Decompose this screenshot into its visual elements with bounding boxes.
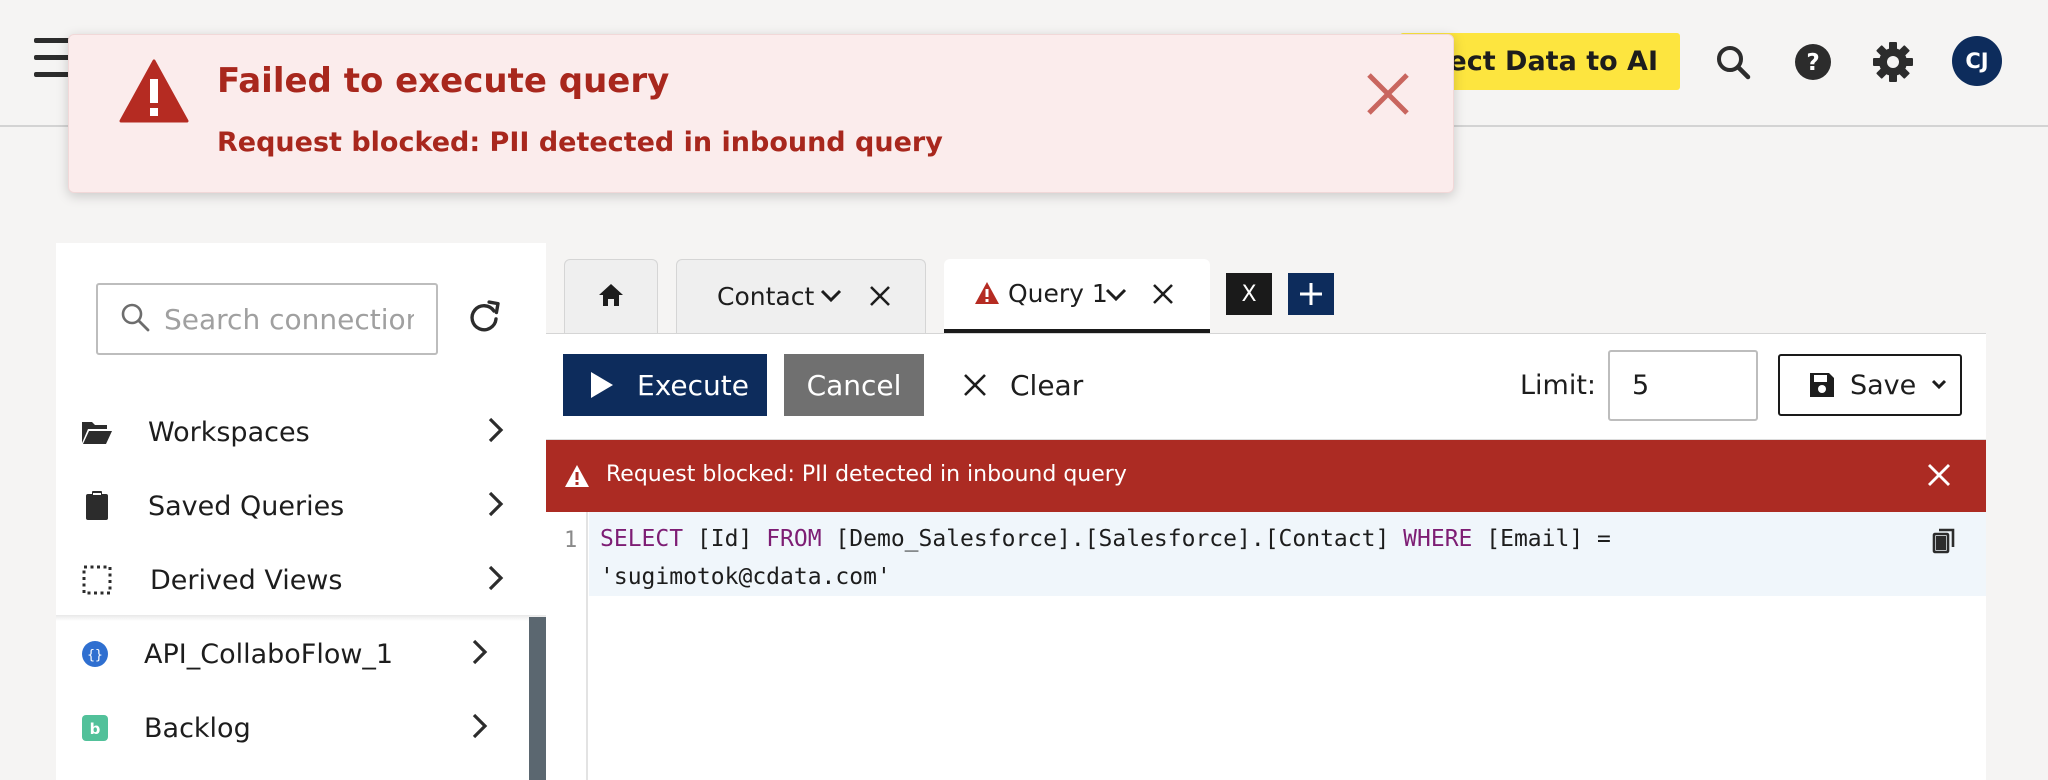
limit-label: Limit: xyxy=(1520,370,1597,401)
copy-icon[interactable] xyxy=(1932,528,1956,558)
home-icon xyxy=(597,282,625,312)
error-banner: Request blocked: PII detected in inbound… xyxy=(546,440,1986,512)
warning-icon xyxy=(974,281,1000,309)
sql-editor[interactable]: 1 SELECT [Id] FROM [Demo_Salesforce].[Sa… xyxy=(546,512,1986,780)
refresh-icon[interactable] xyxy=(466,299,502,339)
add-tab-button[interactable] xyxy=(1288,273,1334,315)
gear-icon[interactable] xyxy=(1871,40,1915,84)
sql-text: [Demo_Salesforce].[Salesforce].[Contact] xyxy=(821,526,1404,552)
chevron-down-icon xyxy=(1932,379,1947,390)
chevron-right-icon xyxy=(470,711,490,745)
line-gutter: 1 xyxy=(546,512,588,780)
error-banner-message: Request blocked: PII detected in inbound… xyxy=(606,462,1127,487)
search-connections-field[interactable] xyxy=(96,283,438,355)
folder-open-icon xyxy=(80,415,114,449)
save-label: Save xyxy=(1850,369,1917,401)
connection-item-api-collaboflow[interactable]: {} API_CollaboFlow_1 xyxy=(56,617,546,691)
warning-icon xyxy=(564,464,590,492)
cancel-button[interactable]: Cancel xyxy=(784,354,924,416)
search-input[interactable] xyxy=(164,302,414,336)
sql-keyword: SELECT xyxy=(600,526,684,552)
code-line-2: 'sugimotok@cdata.com' xyxy=(600,564,891,590)
tab-label: Query 1 xyxy=(1008,279,1108,308)
code-line-1: SELECT [Id] FROM [Demo_Salesforce].[Sale… xyxy=(600,526,1611,552)
sql-text: [Id] xyxy=(683,526,767,552)
connection-label: Backlog xyxy=(144,712,251,744)
sql-keyword: FROM xyxy=(766,526,822,552)
tab-home[interactable] xyxy=(564,259,658,333)
warning-icon xyxy=(119,59,189,127)
sidebar-scrollbar[interactable] xyxy=(529,617,546,780)
query-toolbar: Execute Cancel Clear Limit: Save xyxy=(546,334,1986,440)
query-panel: Contact Query 1 X Execute Cancel Clear L… xyxy=(546,243,1986,780)
chevron-right-icon xyxy=(470,637,490,671)
api-icon: {} xyxy=(78,637,112,671)
close-icon[interactable] xyxy=(1363,69,1413,119)
close-all-tabs-button[interactable]: X xyxy=(1226,273,1272,315)
dashed-square-icon xyxy=(80,563,114,597)
chevron-down-icon[interactable] xyxy=(819,286,843,310)
plus-icon xyxy=(1300,283,1322,305)
svg-text:?: ? xyxy=(1806,50,1819,76)
editor-container: Execute Cancel Clear Limit: Save Request… xyxy=(546,333,1986,780)
chevron-down-icon[interactable] xyxy=(1104,285,1128,309)
search-icon xyxy=(120,302,150,336)
clear-label: Clear xyxy=(1010,368,1084,402)
error-toast: Failed to execute query Request blocked:… xyxy=(68,34,1454,193)
sidebar-item-saved-queries[interactable]: Saved Queries xyxy=(56,469,546,543)
sidebar-item-derived-views[interactable]: Derived Views xyxy=(56,543,546,617)
help-icon[interactable]: ? xyxy=(1791,40,1835,84)
sidebar-item-label: Saved Queries xyxy=(148,490,345,522)
backlog-icon: b xyxy=(78,711,112,745)
line-number: 1 xyxy=(564,528,578,553)
sql-keyword: WHERE xyxy=(1403,526,1473,552)
limit-input[interactable] xyxy=(1608,350,1758,421)
chevron-right-icon xyxy=(486,563,506,597)
svg-text:b: b xyxy=(90,720,101,738)
connection-item-backlog[interactable]: b Backlog xyxy=(56,691,546,765)
save-button[interactable]: Save xyxy=(1778,354,1962,416)
sql-text: [Email] = xyxy=(1472,526,1611,552)
sidebar-item-label: Workspaces xyxy=(148,416,310,448)
floppy-disk-icon xyxy=(1810,373,1834,397)
clear-button[interactable]: Clear xyxy=(962,354,1083,416)
connection-label: API_CollaboFlow_1 xyxy=(144,638,394,670)
sidebar: Workspaces Saved Queries Derived Views {… xyxy=(56,243,546,780)
toast-title: Failed to execute query xyxy=(217,61,670,101)
close-icon xyxy=(964,374,986,396)
tab-query-1[interactable]: Query 1 xyxy=(944,259,1210,333)
search-icon[interactable] xyxy=(1711,40,1755,84)
svg-text:{}: {} xyxy=(87,648,103,663)
chevron-right-icon xyxy=(486,415,506,449)
chevron-right-icon xyxy=(486,489,506,523)
tab-contact[interactable]: Contact xyxy=(676,259,926,333)
toast-message: Request blocked: PII detected in inbound… xyxy=(217,127,943,158)
sidebar-item-workspaces[interactable]: Workspaces xyxy=(56,395,546,469)
avatar[interactable]: CJ xyxy=(1952,36,2002,86)
tab-label: Contact xyxy=(717,282,815,311)
execute-label: Execute xyxy=(637,368,749,402)
play-icon xyxy=(591,372,613,398)
execute-button[interactable]: Execute xyxy=(563,354,767,416)
close-icon[interactable] xyxy=(1926,462,1952,492)
close-icon[interactable] xyxy=(1152,283,1174,309)
close-icon[interactable] xyxy=(869,285,891,311)
clipboard-icon xyxy=(80,489,114,523)
sidebar-item-label: Derived Views xyxy=(150,564,343,596)
